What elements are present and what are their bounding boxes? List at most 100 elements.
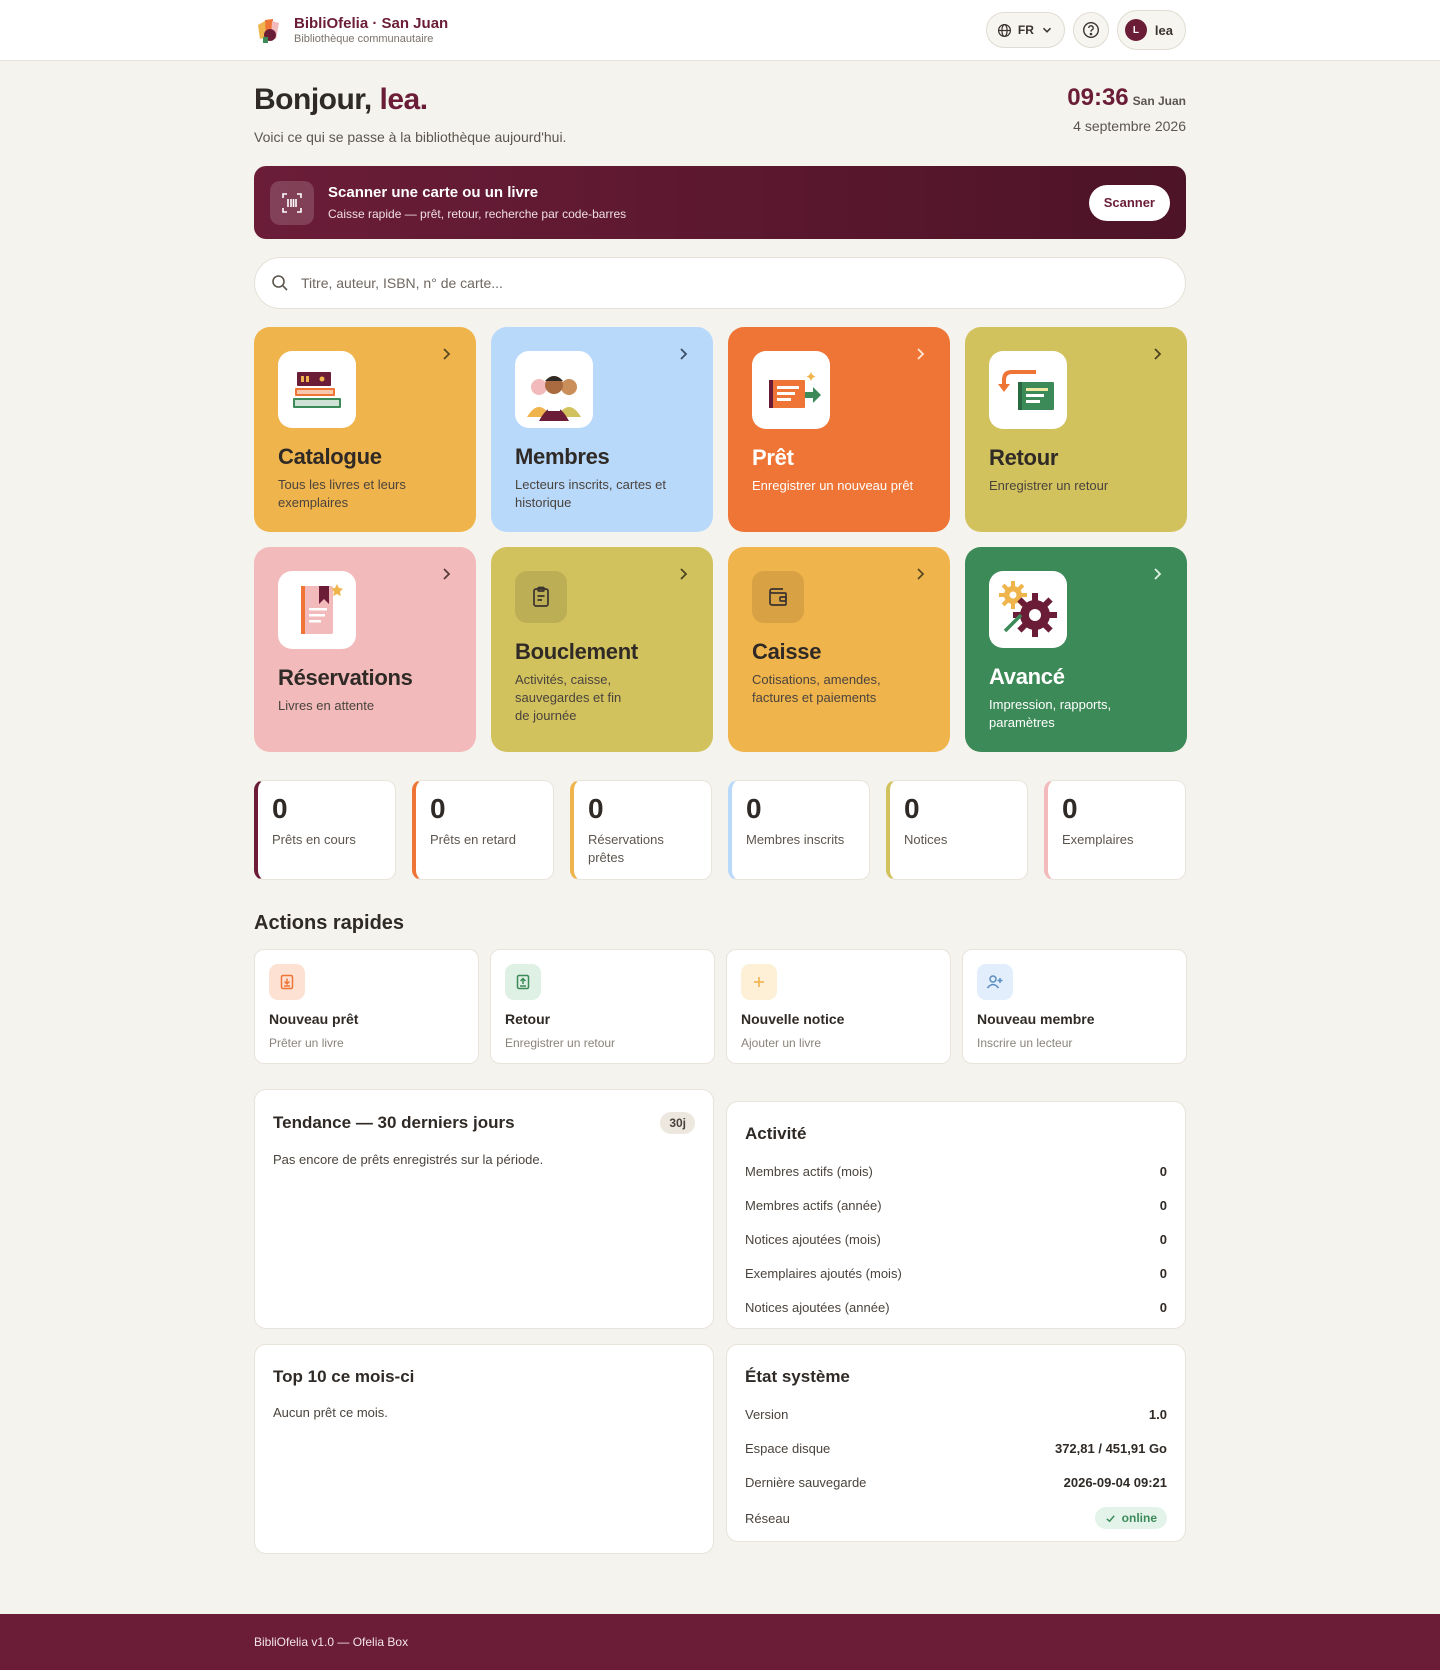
stat-value: 0 bbox=[746, 793, 762, 824]
kv-value: 0 bbox=[1159, 1231, 1167, 1247]
scan-banner[interactable]: Scanner une carte ou un livre Caisse rap… bbox=[254, 166, 1186, 239]
kv-value: 0 bbox=[1159, 1163, 1167, 1179]
footer-text: BibliOfelia v1.0 — Ofelia Box bbox=[254, 1635, 409, 1649]
language-selector[interactable]: FR bbox=[985, 12, 1065, 48]
stat-exemplaires[interactable]: 0 Exemplaires bbox=[1044, 780, 1186, 880]
stat-label: Prêts en retard bbox=[430, 832, 516, 847]
chevron-right-icon bbox=[1154, 348, 1162, 360]
plus-icon bbox=[741, 964, 777, 1000]
books-stack-icon bbox=[278, 351, 356, 428]
clipboard-icon bbox=[515, 571, 567, 623]
period-badge[interactable]: 30j bbox=[660, 1112, 695, 1134]
user-name: lea bbox=[1154, 22, 1173, 38]
tile-description: Lecteurs inscrits, cartes et historique bbox=[515, 477, 666, 510]
language-label: FR bbox=[1017, 23, 1034, 37]
tile-bouclement[interactable]: Bouclement Activités, caisse, sauvegarde… bbox=[491, 547, 713, 752]
kv-value: 0 bbox=[1159, 1197, 1167, 1213]
brand-name: BibliOfelia · San Juan bbox=[294, 15, 449, 32]
footer: BibliOfelia v1.0 — Ofelia Box bbox=[0, 1614, 1440, 1670]
kv-label: Exemplaires ajoutés (mois) bbox=[745, 1265, 902, 1281]
brand[interactable]: BibliOfelia · San Juan Bibliothèque comm… bbox=[254, 15, 448, 45]
stat-value: 0 bbox=[272, 793, 288, 824]
scan-button[interactable]: Scanner bbox=[1088, 184, 1170, 221]
chevron-right-icon bbox=[917, 568, 925, 580]
stat-value: 0 bbox=[588, 793, 604, 824]
kv-value: 372,81 / 451,91 Go bbox=[1054, 1440, 1167, 1456]
chevron-right-icon bbox=[443, 568, 451, 580]
panel-title: État système bbox=[745, 1367, 850, 1386]
empty-state: Pas encore de prêts enregistrés sur la p… bbox=[273, 1152, 544, 1167]
tile-description: Enregistrer un nouveau prêt bbox=[752, 478, 914, 493]
stat-prets-en-retard[interactable]: 0 Prêts en retard bbox=[412, 780, 554, 880]
kv-value: 0 bbox=[1159, 1299, 1167, 1315]
action-nouvelle-notice[interactable]: Nouvelle notice Ajouter un livre bbox=[726, 949, 951, 1064]
tile-description: Cotisations, amendes, factures et paieme… bbox=[752, 672, 881, 705]
chevron-right-icon bbox=[680, 348, 688, 360]
gears-icon bbox=[989, 571, 1067, 648]
wallet-icon bbox=[752, 571, 804, 623]
tile-description: Livres en attente bbox=[278, 698, 375, 713]
kv-value: 1.0 bbox=[1148, 1406, 1167, 1422]
book-return-icon bbox=[989, 351, 1067, 429]
search-bar[interactable] bbox=[254, 257, 1186, 309]
tile-catalogue[interactable]: Catalogue Tous les livres et leurs exemp… bbox=[254, 327, 476, 532]
kv-row: Version 1.0 bbox=[745, 1405, 1167, 1423]
quick-actions-title: Actions rapides bbox=[254, 912, 405, 934]
search-input[interactable] bbox=[301, 275, 1169, 291]
user-menu[interactable]: L lea bbox=[1116, 10, 1186, 50]
tile-description: Tous les livres et leurs exemplaires bbox=[278, 477, 406, 510]
book-upload-icon bbox=[505, 964, 541, 1000]
chevron-right-icon bbox=[1154, 568, 1162, 580]
tile-title: Catalogue bbox=[278, 444, 382, 469]
tile-pret[interactable]: Prêt Enregistrer un nouveau prêt bbox=[728, 327, 950, 532]
kv-label: Espace disque bbox=[745, 1440, 831, 1456]
stat-reservations-pretes[interactable]: 0 Réservations prêtes bbox=[570, 780, 712, 880]
tile-retour[interactable]: Retour Enregistrer un retour bbox=[965, 327, 1187, 532]
stat-label: Réservations prêtes bbox=[588, 832, 664, 865]
tile-reservations[interactable]: Réservations Livres en attente bbox=[254, 547, 476, 752]
action-nouveau-pret[interactable]: Nouveau prêt Prêter un livre bbox=[254, 949, 479, 1064]
chevron-down-icon bbox=[1042, 27, 1051, 33]
tile-avance[interactable]: Avancé Impression, rapports, paramètres bbox=[965, 547, 1187, 752]
kv-row: Notices ajoutées (année) 0 bbox=[745, 1298, 1167, 1316]
stat-value: 0 bbox=[430, 793, 446, 824]
book-download-icon bbox=[269, 964, 305, 1000]
tile-membres[interactable]: Membres Lecteurs inscrits, cartes et his… bbox=[491, 327, 713, 532]
help-button[interactable] bbox=[1072, 12, 1109, 48]
clock-date: 4 septembre 2026 bbox=[1073, 118, 1186, 134]
kv-row: Membres actifs (mois) 0 bbox=[745, 1162, 1167, 1180]
stat-notices[interactable]: 0 Notices bbox=[886, 780, 1028, 880]
tile-title: Bouclement bbox=[515, 639, 638, 664]
chevron-right-icon bbox=[680, 568, 688, 580]
stat-prets-en-cours[interactable]: 0 Prêts en cours bbox=[254, 780, 396, 880]
kv-label: Membres actifs (mois) bbox=[745, 1163, 873, 1179]
kv-value: 0 bbox=[1159, 1265, 1167, 1281]
stat-label: Exemplaires bbox=[1062, 832, 1134, 847]
stat-membres-inscrits[interactable]: 0 Membres inscrits bbox=[728, 780, 870, 880]
empty-state: Aucun prêt ce mois. bbox=[273, 1405, 388, 1420]
tile-title: Caisse bbox=[752, 639, 822, 664]
tile-description: Impression, rapports, paramètres bbox=[989, 697, 1112, 730]
tile-title: Prêt bbox=[752, 445, 794, 470]
tile-description: Activités, caisse, sauvegardes et fin de… bbox=[515, 672, 622, 723]
kv-label: Dernière sauvegarde bbox=[745, 1474, 867, 1490]
kv-row: Réseau online bbox=[745, 1507, 1167, 1529]
action-retour[interactable]: Retour Enregistrer un retour bbox=[490, 949, 715, 1064]
action-title: Nouveau prêt bbox=[269, 1011, 359, 1027]
panel-title: Top 10 ce mois-ci bbox=[273, 1367, 415, 1386]
brand-subtitle: Bibliothèque communautaire bbox=[294, 33, 434, 45]
tile-title: Réservations bbox=[278, 665, 413, 690]
kv-label: Réseau bbox=[745, 1510, 790, 1526]
search-icon bbox=[272, 275, 288, 291]
brand-logo-icon bbox=[254, 15, 284, 45]
kv-label: Version bbox=[745, 1406, 789, 1422]
clock-city: San Juan bbox=[1132, 94, 1186, 108]
action-nouveau-membre[interactable]: Nouveau membre Inscrire un lecteur bbox=[962, 949, 1187, 1064]
tile-caisse[interactable]: Caisse Cotisations, amendes, factures et… bbox=[728, 547, 950, 752]
kv-row: Notices ajoutées (mois) 0 bbox=[745, 1230, 1167, 1248]
clock: 09:36 San Juan 4 septembre 2026 bbox=[1067, 83, 1186, 134]
greeting-prefix: Bonjour, bbox=[254, 83, 380, 116]
stat-value: 0 bbox=[1062, 793, 1078, 824]
action-subtitle: Inscrire un lecteur bbox=[977, 1036, 1073, 1050]
kv-row: Espace disque 372,81 / 451,91 Go bbox=[745, 1439, 1167, 1457]
